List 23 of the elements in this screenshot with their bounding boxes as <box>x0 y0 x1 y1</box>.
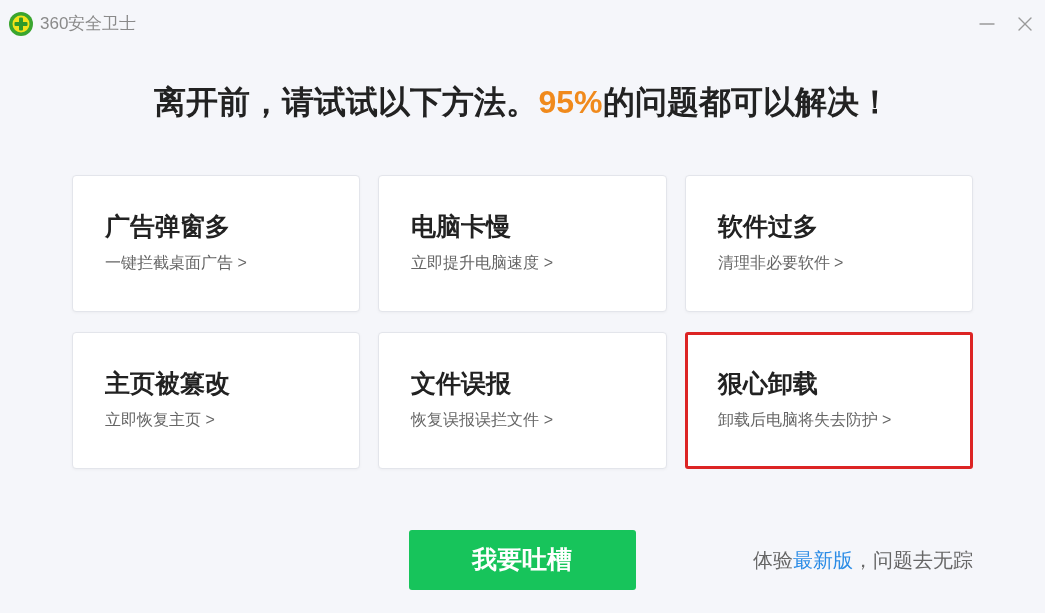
card-title: 电脑卡慢 <box>411 211 512 242</box>
card-title: 文件误报 <box>411 368 512 399</box>
card-link[interactable]: 立即提升电脑速度 > <box>411 252 554 274</box>
card-link[interactable]: 清理非必要软件 > <box>717 252 844 274</box>
card-title: 主页被篡改 <box>105 368 230 399</box>
card-link[interactable]: 一键拦截桌面广告 > <box>105 252 247 274</box>
card-title: 广告弹窗多 <box>105 211 230 242</box>
option-card[interactable]: 广告弹窗多 一键拦截桌面广告 > <box>72 175 361 312</box>
card-title: 狠心卸载 <box>717 368 818 399</box>
card-title: 软件过多 <box>717 211 818 242</box>
option-card[interactable]: 软件过多 清理非必要软件 > <box>684 175 973 312</box>
upgrade-hint: 体验最新版，问题去无踪 <box>753 548 973 573</box>
card-link[interactable]: 立即恢复主页 > <box>105 409 215 431</box>
page-heading: 离开前，请试试以下方法。95%的问题都可以解决！ <box>154 83 891 122</box>
window-title: 360安全卫士 <box>40 13 137 36</box>
option-card[interactable]: 狠心卸载 卸载后电脑将失去防护 > <box>684 332 973 469</box>
option-card[interactable]: 文件误报 恢复误报误拦文件 > <box>378 332 667 469</box>
plus-circle-logo-icon <box>9 12 33 36</box>
option-card[interactable]: 电脑卡慢 立即提升电脑速度 > <box>378 175 667 312</box>
option-card[interactable]: 主页被篡改 立即恢复主页 > <box>72 332 361 469</box>
card-link[interactable]: 恢复误报误拦文件 > <box>411 409 554 431</box>
card-link[interactable]: 卸载后电脑将失去防护 > <box>717 409 892 431</box>
latest-version-link[interactable]: 最新版 <box>793 549 853 571</box>
